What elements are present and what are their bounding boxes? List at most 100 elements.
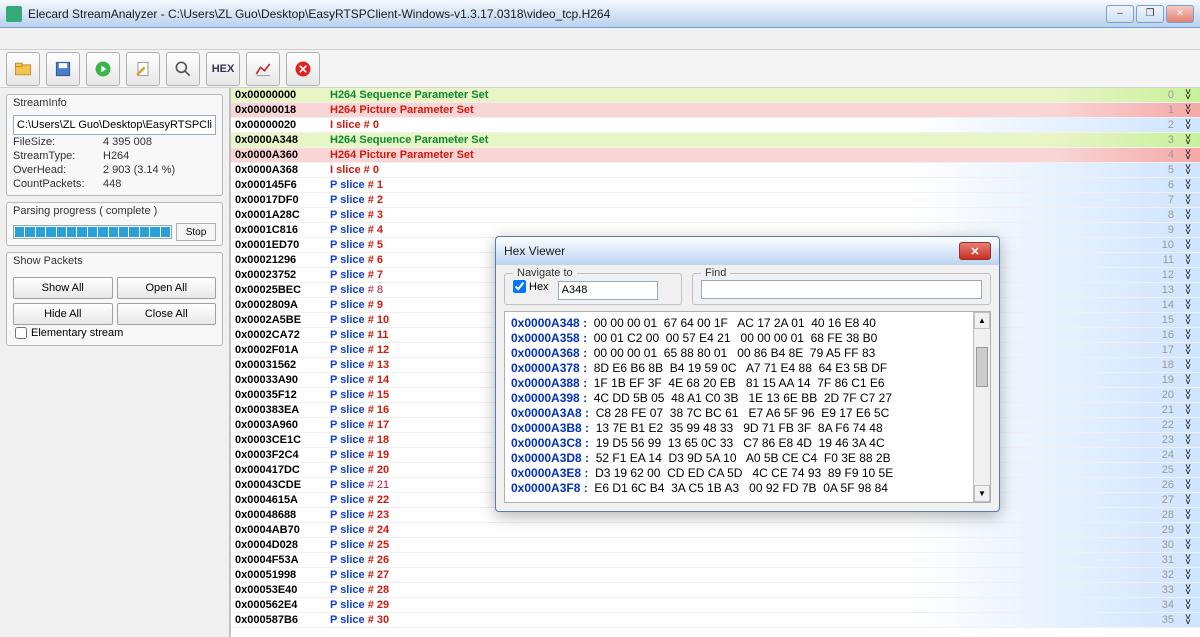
chevron-down-icon[interactable]: ˅˅ [1180,330,1196,340]
packet-row[interactable]: 0x00000000H264 Sequence Parameter Set0˅˅ [231,88,1200,103]
hex-scrollbar[interactable]: ▲ ▼ [973,312,990,502]
chevron-down-icon[interactable]: ˅˅ [1180,495,1196,505]
packet-row[interactable]: 0x0000A348H264 Sequence Parameter Set3˅˅ [231,133,1200,148]
packet-row[interactable]: 0x00053E40P slice # 2833˅˅ [231,583,1200,598]
packet-row[interactable]: 0x00000018H264 Picture Parameter Set1˅˅ [231,103,1200,118]
hex-line: 0x0000A368 : 00 00 00 01 65 88 80 01 00 … [511,346,984,361]
hex-checkbox[interactable] [513,280,526,293]
scroll-thumb[interactable] [976,347,988,387]
edit-button[interactable] [126,52,160,86]
packets-head: Show Packets [7,253,222,269]
minimize-button[interactable]: ‒ [1106,5,1134,23]
chevron-down-icon[interactable]: ˅˅ [1180,600,1196,610]
hide-all-button[interactable]: Hide All [13,303,113,325]
close-button[interactable]: ✕ [1166,5,1194,23]
chevron-down-icon[interactable]: ˅˅ [1180,120,1196,130]
hex-line: 0x0000A3F8 : E6 D1 6C B4 3A C5 1B A3 00 … [511,481,984,496]
hex-button[interactable]: HEX [206,52,240,86]
close-file-button[interactable] [286,52,320,86]
chevron-down-icon[interactable]: ˅˅ [1180,270,1196,280]
chevron-down-icon[interactable]: ˅˅ [1180,135,1196,145]
scroll-up-icon[interactable]: ▲ [974,312,990,329]
chevron-down-icon[interactable]: ˅˅ [1180,540,1196,550]
hex-line: 0x0000A358 : 00 01 C2 00 00 57 E4 21 00 … [511,331,984,346]
chevron-down-icon[interactable]: ˅˅ [1180,300,1196,310]
packet-row[interactable]: 0x000562E4P slice # 2934˅˅ [231,598,1200,613]
find-fieldset: Find [692,273,991,305]
close-all-button[interactable]: Close All [117,303,217,325]
chevron-down-icon[interactable]: ˅˅ [1180,225,1196,235]
play-button[interactable] [86,52,120,86]
chevron-down-icon[interactable]: ˅˅ [1180,570,1196,580]
hex-checkbox-label[interactable]: Hex [513,280,549,293]
scroll-down-icon[interactable]: ▼ [974,485,990,502]
chevron-down-icon[interactable]: ˅˅ [1180,615,1196,625]
streaminfo-panel: StreamInfo FileSize:4 395 008StreamType:… [6,94,223,196]
packet-row[interactable]: 0x0001A28CP slice # 38˅˅ [231,208,1200,223]
hex-line: 0x0000A3C8 : 19 D5 56 99 13 65 0C 33 C7 … [511,436,984,451]
show-all-button[interactable]: Show All [13,277,113,299]
chevron-down-icon[interactable]: ˅˅ [1180,345,1196,355]
left-sidebar: StreamInfo FileSize:4 395 008StreamType:… [0,88,230,637]
hex-line: 0x0000A388 : 1F 1B EF 3F 4E 68 20 EB 81 … [511,376,984,391]
packet-row[interactable]: 0x0004F53AP slice # 2631˅˅ [231,553,1200,568]
chevron-down-icon[interactable]: ˅˅ [1180,390,1196,400]
elementary-stream-checkbox[interactable] [15,327,27,339]
chevron-down-icon[interactable]: ˅˅ [1180,360,1196,370]
elementary-stream-check[interactable]: Elementary stream [13,325,216,341]
packet-row[interactable]: 0x00000020I slice # 02˅˅ [231,118,1200,133]
info-row: FileSize:4 395 008 [13,135,216,149]
chevron-down-icon[interactable]: ˅˅ [1180,195,1196,205]
hex-viewer-window[interactable]: Hex Viewer ✕ Navigate to Hex Find 0x0000… [495,236,1000,512]
open-file-button[interactable] [6,52,40,86]
progress-bar [13,225,172,239]
packet-row[interactable]: 0x0004AB70P slice # 2429˅˅ [231,523,1200,538]
info-row: CountPackets:448 [13,177,216,191]
chevron-down-icon[interactable]: ˅˅ [1180,150,1196,160]
app-icon [6,6,22,22]
chevron-down-icon[interactable]: ˅˅ [1180,105,1196,115]
find-input[interactable] [701,280,982,299]
chevron-down-icon[interactable]: ˅˅ [1180,525,1196,535]
chevron-down-icon[interactable]: ˅˅ [1180,420,1196,430]
hex-close-button[interactable]: ✕ [959,242,991,260]
hex-line: 0x0000A378 : 8D E6 B6 8B B4 19 59 0C A7 … [511,361,984,376]
chevron-down-icon[interactable]: ˅˅ [1180,465,1196,475]
chevron-down-icon[interactable]: ˅˅ [1180,180,1196,190]
search-button[interactable] [166,52,200,86]
packet-row[interactable]: 0x0000A368I slice # 05˅˅ [231,163,1200,178]
hex-dump[interactable]: 0x0000A348 : 00 00 00 01 67 64 00 1F AC … [504,311,991,503]
packet-row[interactable]: 0x000145F6P slice # 16˅˅ [231,178,1200,193]
chevron-down-icon[interactable]: ˅˅ [1180,90,1196,100]
chevron-down-icon[interactable]: ˅˅ [1180,450,1196,460]
chevron-down-icon[interactable]: ˅˅ [1180,510,1196,520]
chevron-down-icon[interactable]: ˅˅ [1180,315,1196,325]
chevron-down-icon[interactable]: ˅˅ [1180,165,1196,175]
save-button[interactable] [46,52,80,86]
stream-path-field[interactable] [13,115,216,135]
info-row: StreamType:H264 [13,149,216,163]
open-all-button[interactable]: Open All [117,277,217,299]
chevron-down-icon[interactable]: ˅˅ [1180,435,1196,445]
chart-button[interactable] [246,52,280,86]
packet-row[interactable]: 0x0004D028P slice # 2530˅˅ [231,538,1200,553]
chevron-down-icon[interactable]: ˅˅ [1180,210,1196,220]
progress-head: Parsing progress ( complete ) [7,203,222,219]
packet-row[interactable]: 0x00051998P slice # 2732˅˅ [231,568,1200,583]
titlebar: Elecard StreamAnalyzer - C:\Users\ZL Guo… [0,0,1200,28]
hex-titlebar[interactable]: Hex Viewer ✕ [496,237,999,265]
maximize-button[interactable]: ❐ [1136,5,1164,23]
chevron-down-icon[interactable]: ˅˅ [1180,255,1196,265]
chevron-down-icon[interactable]: ˅˅ [1180,240,1196,250]
chevron-down-icon[interactable]: ˅˅ [1180,405,1196,415]
packet-row[interactable]: 0x0000A360H264 Picture Parameter Set4˅˅ [231,148,1200,163]
navigate-input[interactable] [558,281,658,300]
stop-button[interactable]: Stop [176,223,216,241]
chevron-down-icon[interactable]: ˅˅ [1180,585,1196,595]
packet-row[interactable]: 0x00017DF0P slice # 27˅˅ [231,193,1200,208]
chevron-down-icon[interactable]: ˅˅ [1180,375,1196,385]
chevron-down-icon[interactable]: ˅˅ [1180,285,1196,295]
packet-row[interactable]: 0x000587B6P slice # 3035˅˅ [231,613,1200,628]
chevron-down-icon[interactable]: ˅˅ [1180,555,1196,565]
chevron-down-icon[interactable]: ˅˅ [1180,480,1196,490]
